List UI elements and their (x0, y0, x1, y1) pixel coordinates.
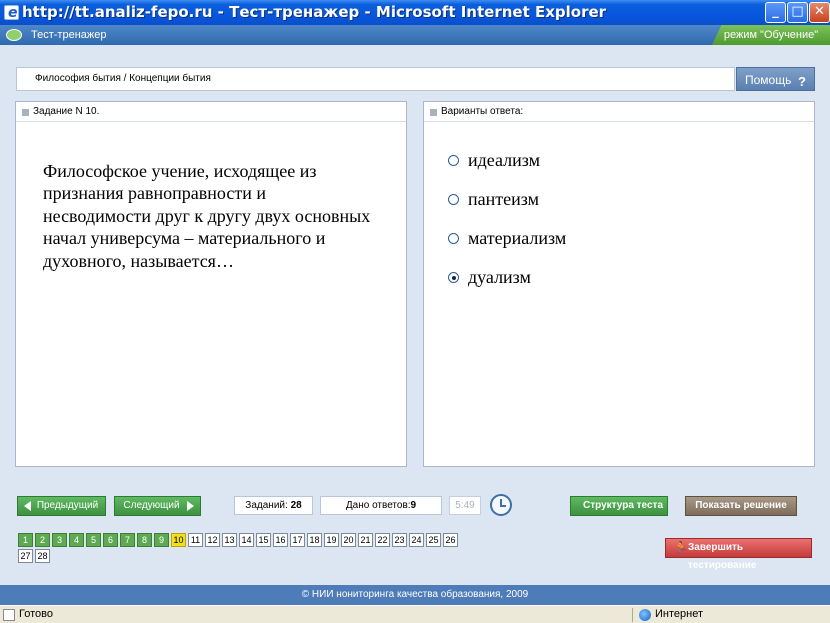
radio-button[interactable] (448, 194, 459, 205)
finish-test-button[interactable]: 🏃 Завершить тестирование (665, 538, 812, 571)
answers-title: Варианты ответа: (441, 106, 524, 117)
task-cell[interactable]: 11 (188, 533, 203, 547)
clock-icon (490, 494, 512, 516)
answer-options: идеализм пантеизм материализм дуализм (448, 150, 566, 306)
maximize-button[interactable]: □ (787, 2, 808, 23)
task-cell[interactable]: 1 (18, 533, 33, 547)
task-cell[interactable]: 14 (239, 533, 254, 547)
close-button[interactable]: ✕ (809, 2, 830, 23)
task-cell[interactable]: 16 (273, 533, 288, 547)
task-cell[interactable]: 4 (69, 533, 84, 547)
help-button[interactable]: Помощь ? (736, 67, 815, 91)
radio-button[interactable] (448, 155, 459, 166)
task-cell[interactable]: 2 (35, 533, 50, 547)
answered-count-label: Дано ответов: (345, 500, 411, 511)
task-cell[interactable]: 25 (426, 533, 441, 547)
answer-label: идеализм (468, 150, 541, 170)
task-cell[interactable]: 21 (358, 533, 373, 547)
finish-test-label: Завершить тестирование (688, 542, 757, 571)
answer-label: дуализм (468, 267, 531, 287)
app-title: Тест-тренажер (31, 29, 107, 41)
internet-globe-icon (639, 609, 651, 621)
answers-panel-header: Варианты ответа: (424, 102, 814, 122)
mode-badge: режим "Обучение" (712, 25, 830, 45)
square-bullet-icon (430, 109, 437, 116)
minimize-button[interactable]: _ (765, 2, 786, 23)
answer-option[interactable]: идеализм (448, 150, 566, 189)
question-text: Философское учение, исходящее из признан… (43, 161, 371, 271)
task-cell[interactable]: 23 (392, 533, 407, 547)
task-cell[interactable]: 5 (86, 533, 101, 547)
answers-panel: Варианты ответа: идеализм пантеизм матер… (423, 101, 815, 467)
main-area: Философия бытия / Концепции бытия Помощь… (0, 45, 830, 585)
status-separator (632, 608, 633, 622)
task-cell[interactable]: 24 (409, 533, 424, 547)
test-structure-label: Структура теста (582, 500, 664, 511)
answer-option[interactable]: пантеизм (448, 189, 566, 228)
task-cell[interactable]: 19 (324, 533, 339, 547)
status-text: Готово (19, 608, 53, 620)
previous-label: Предыдущий (36, 500, 99, 511)
task-cell[interactable]: 8 (137, 533, 152, 547)
task-panel: Задание N 10. Философское учение, исходя… (15, 101, 407, 467)
test-structure-button[interactable]: Структура теста (570, 496, 668, 516)
tasks-count-box: Заданий: 28 (234, 496, 313, 515)
breadcrumb: Философия бытия / Концепции бытия (16, 67, 735, 91)
task-cell[interactable]: 15 (256, 533, 271, 547)
task-number: Задание N 10. (33, 106, 100, 117)
task-cell[interactable]: 22 (375, 533, 390, 547)
app-header: Тест-тренажер (0, 25, 830, 45)
task-cell[interactable]: 7 (120, 533, 135, 547)
tasks-count-label: Заданий: (245, 500, 288, 511)
show-solution-button[interactable]: Показать решение (685, 496, 797, 516)
arrow-left-icon (24, 501, 31, 511)
radio-button[interactable] (448, 233, 459, 244)
answer-label: материализм (468, 228, 567, 248)
running-man-icon: 🏃 (674, 542, 688, 554)
window-title: http://tt.analiz-fepo.ru - Тест-тренажер… (22, 3, 607, 21)
tasks-count-value: 28 (290, 500, 302, 511)
window-title-bar: http://tt.analiz-fepo.ru - Тест-тренажер… (0, 0, 830, 25)
ie-icon (4, 1, 19, 25)
task-cell[interactable]: 28 (35, 549, 50, 563)
task-grid: 1 2 3 4 5 6 7 8 9 10 11 12 13 14 15 16 17 18 19 20 21 22 23 24 2… (18, 533, 463, 565)
help-label: Помощь (745, 73, 792, 87)
arrow-right-icon (187, 501, 194, 511)
question-mark-icon: ? (798, 74, 806, 89)
timer-display: 5:49 (449, 496, 481, 515)
square-bullet-icon (22, 109, 29, 116)
copyright-footer: © НИИ нониторинга качества образования, … (0, 585, 830, 605)
task-cell[interactable]: 9 (154, 533, 169, 547)
task-cell[interactable]: 13 (222, 533, 237, 547)
task-cell[interactable]: 27 (18, 549, 33, 563)
answer-label: пантеизм (468, 189, 539, 209)
page-icon (3, 609, 15, 621)
task-cell[interactable]: 17 (290, 533, 305, 547)
task-cell[interactable]: 18 (307, 533, 322, 547)
task-cell[interactable]: 6 (103, 533, 118, 547)
task-cell[interactable]: 10 (171, 533, 186, 547)
task-cell[interactable]: 12 (205, 533, 220, 547)
security-zone: Интернет (655, 608, 703, 620)
task-cell[interactable]: 26 (443, 533, 458, 547)
answer-option[interactable]: дуализм (448, 267, 566, 306)
radio-button-selected[interactable] (448, 272, 459, 283)
next-label: Следующий (123, 500, 180, 511)
task-panel-header: Задание N 10. (16, 102, 406, 122)
next-button[interactable]: Следующий (114, 496, 201, 516)
answer-option[interactable]: материализм (448, 228, 566, 267)
previous-button[interactable]: Предыдущий (17, 496, 106, 516)
task-cell[interactable]: 20 (341, 533, 356, 547)
show-solution-label: Показать решение (695, 500, 787, 511)
task-cell[interactable]: 3 (52, 533, 67, 547)
answered-count-value: 9 (410, 500, 417, 511)
app-logo-icon (6, 29, 22, 41)
status-bar: Готово Интернет (0, 605, 830, 623)
answered-count-box: Дано ответов:9 (320, 496, 442, 515)
